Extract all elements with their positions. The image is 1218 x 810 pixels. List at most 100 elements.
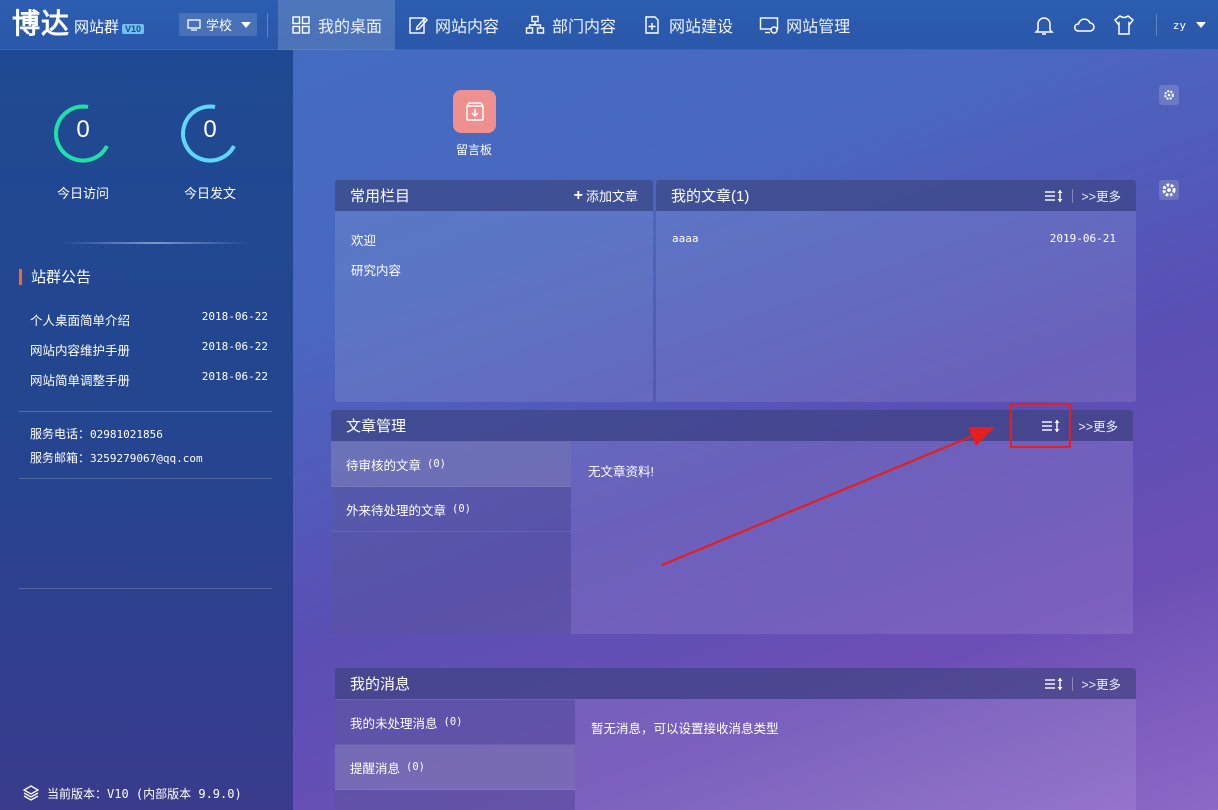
sidebar-divider [19,411,272,412]
service-email-value: 3259279067@qq.com [90,452,203,465]
settings-button[interactable] [1159,85,1179,105]
empty-message: 无文章资料! [588,465,654,479]
username: zy [1172,18,1186,32]
annotation-highlight-box [1010,403,1071,448]
nav-label: 网站建设 [669,19,734,36]
nav-site-manage[interactable]: 网站管理 [746,0,863,50]
nav-site-content[interactable]: 网站内容 [395,0,512,50]
tool-divider [1072,188,1074,203]
notice-item-title: 网站内容维护手册 [30,344,131,358]
plus-icon: + [573,186,583,204]
today-visits-gauge: 0 今日访问 [52,102,114,202]
top-right-tools: zy [1032,0,1218,50]
panel-tools: >>更多 [1044,186,1121,205]
nav-label: 网站管理 [786,19,851,36]
tab-unprocessed-messages[interactable]: 我的未处理消息 (0) [335,700,575,745]
tab-pending-review[interactable]: 待审核的文章 (0) [331,442,571,487]
sidebar-divider [19,478,272,479]
tab-label: 提醒消息 [350,761,401,776]
sidebar: 0 今日访问 0 今日发文 站群公告 个人桌面简单介绍 2018-06-22 网… [0,50,293,810]
grid-icon [292,16,310,34]
logo-main: 博达 [12,7,71,40]
gear-icon [1162,183,1176,197]
notice-item[interactable]: 个人桌面简单介绍 2018-06-22 [30,310,268,329]
today-posts-gauge: 0 今日发文 [179,102,241,202]
panel-header: 常用栏目 + 添加文章 [335,180,653,211]
tab-count: (0) [443,716,463,728]
nav-dept-content[interactable]: 部门内容 [512,0,629,50]
notice-item-date: 2018-06-22 [201,340,268,353]
service-phone-label: 服务电话： [30,427,91,441]
my-articles-panel: 我的文章(1) >>更多 aaaa 2019-06-21 [656,180,1136,402]
gear-icon [1164,90,1174,100]
tab-count: (0) [452,503,471,515]
column-link[interactable]: 欢迎 [351,230,376,249]
add-article-button[interactable]: + 添加文章 [574,186,638,205]
chevron-down-icon [241,21,252,28]
user-menu[interactable]: zy [1173,19,1206,32]
more-link[interactable]: >>更多 [1078,416,1118,435]
shirt-icon[interactable] [1112,13,1136,37]
panel-tools: >>更多 [1044,674,1121,693]
logo-sub: 网站群 [74,19,120,36]
panel-title: 文章管理 [346,418,407,435]
message-board-tile [453,90,496,133]
monitor-icon [187,18,201,31]
sort-icon[interactable] [1044,189,1064,203]
notice-title-label: 站群公告 [31,269,92,286]
add-page-icon [645,16,659,34]
common-columns-panel: 常用栏目 + 添加文章 欢迎 研究内容 [335,180,653,402]
nav-my-desktop[interactable]: 我的桌面 [278,0,396,50]
notice-item-title: 个人桌面简单介绍 [30,314,131,328]
more-link[interactable]: >>更多 [1081,186,1121,205]
inbox-download-icon [465,101,484,121]
nav-site-build[interactable]: 网站建设 [629,0,746,50]
article-link[interactable]: aaaa [672,232,699,245]
settings-button[interactable] [1159,180,1179,200]
tab-count: (0) [406,761,425,773]
notice-item[interactable]: 网站简单调整手册 2018-06-22 [30,370,268,389]
notice-item-title: 网站简单调整手册 [30,374,131,388]
notice-item[interactable]: 网站内容维护手册 2018-06-22 [30,340,268,359]
divider-glow [60,242,250,244]
tab-label: 我的未处理消息 [350,716,438,731]
tab-label: 待审核的文章 [346,458,422,473]
tab-reminder-messages[interactable]: 提醒消息 (0) [335,745,575,790]
nav-label: 网站内容 [435,19,500,36]
layers-icon [22,785,40,801]
notice-item-date: 2018-06-22 [201,370,268,383]
message-board-app[interactable]: 留言板 [453,90,497,158]
service-email: 服务邮箱：3259279067@qq.com [30,449,203,466]
add-article-label: 添加文章 [585,189,638,204]
cloud-icon[interactable] [1072,13,1096,37]
main-nav: 我的桌面 网站内容 部门内容 网站建设 网站管理 [278,0,863,50]
school-select[interactable]: 学校 [179,13,257,36]
panel-header: 我的消息 >>更多 [335,668,1136,699]
notice-item-date: 2018-06-22 [201,310,268,323]
tab-count: (0) [427,458,446,470]
tab-external-pending[interactable]: 外来待处理的文章 (0) [331,487,571,532]
more-link[interactable]: >>更多 [1081,674,1121,693]
nav-label: 部门内容 [552,19,617,36]
version-badge: V10 [122,24,145,34]
today-posts-value: 0 [203,116,217,143]
today-visits-label: 今日访问 [56,186,109,201]
top-bar: 博达 网站群 V10 学校 我的桌面 网站内容 部门内容 网站建设 网站管理 z… [0,0,1218,50]
panel-title: 我的消息 [350,676,411,693]
panel-header: 我的文章(1) >>更多 [656,180,1136,211]
sort-icon[interactable] [1044,677,1064,691]
panel-title: 常用栏目 [350,188,411,205]
tab-label: 外来待处理的文章 [346,503,447,518]
toolbar-divider [1155,14,1157,36]
empty-message: 暂无消息，可以设置接收消息类型 [591,722,779,736]
monitor-settings-icon [759,17,779,34]
notice-accent-bar [19,268,22,285]
article-tab-list: 待审核的文章 (0) 外来待处理的文章 (0) [331,442,571,532]
bell-icon[interactable] [1032,13,1056,37]
version-info: 当前版本：V10 (内部版本 9.9.0) [22,784,242,802]
logo: 博达 网站群 V10 [12,7,145,40]
panel-title: 我的文章(1) [671,188,750,205]
article-date: 2019-06-21 [1049,232,1116,245]
column-link[interactable]: 研究内容 [351,260,401,279]
edit-icon [409,16,428,34]
